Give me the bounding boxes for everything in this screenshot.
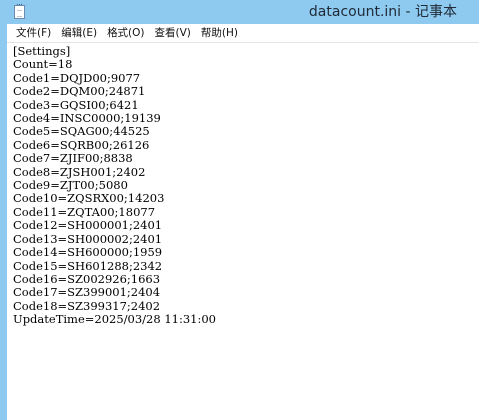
window-title: datacount.ini - 记事本 (308, 4, 457, 20)
menu-edit[interactable]: 编辑(E) (56, 24, 102, 42)
menu-view[interactable]: 查看(V) (150, 24, 196, 42)
window-left-border (0, 0, 7, 420)
title-bar[interactable]: datacount.ini - 记事本 (0, 0, 479, 24)
menu-bar: 文件(F) 编辑(E) 格式(O) 查看(V) 帮助(H) (7, 24, 479, 43)
notepad-window: datacount.ini - 记事本 文件(F) 编辑(E) 格式(O) 查看… (0, 0, 479, 420)
menu-file[interactable]: 文件(F) (11, 24, 56, 42)
text-editor-area[interactable]: [Settings] Count=18 Code1=DQJD00;9077 Co… (7, 44, 479, 420)
menu-format[interactable]: 格式(O) (102, 24, 149, 42)
file-content[interactable]: [Settings] Count=18 Code1=DQJD00;9077 Co… (7, 44, 479, 327)
notepad-icon[interactable] (14, 4, 25, 19)
menu-help[interactable]: 帮助(H) (196, 24, 243, 42)
